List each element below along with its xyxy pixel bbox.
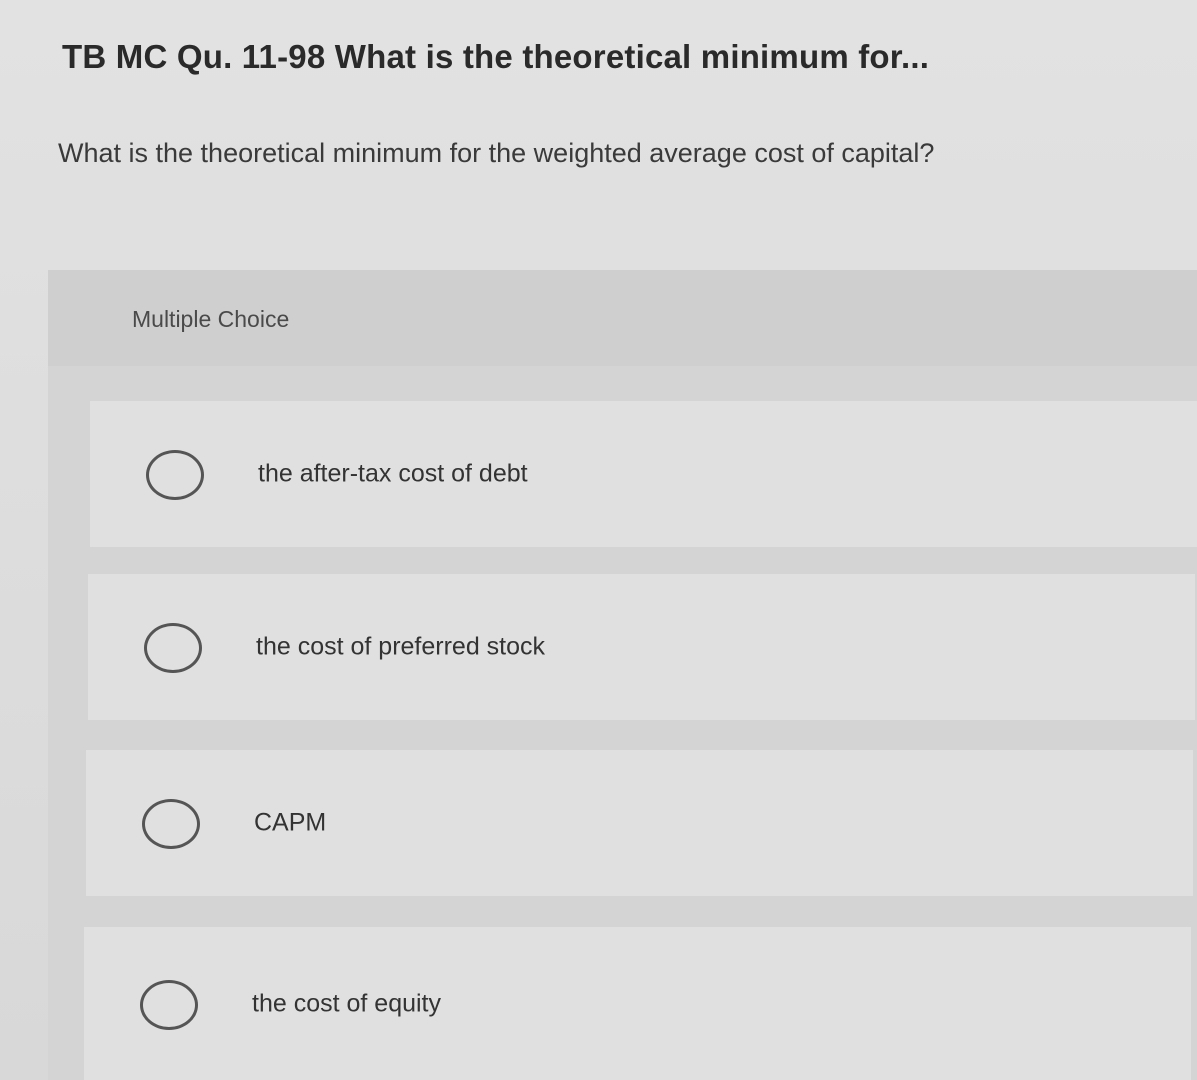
answer-options: the after-tax cost of debt the cost of p…: [48, 366, 1197, 1080]
radio-button-icon[interactable]: [146, 450, 204, 500]
answer-option[interactable]: the cost of preferred stock: [88, 574, 1195, 720]
question-title: TB MC Qu. 11-98 What is the theoretical …: [62, 38, 930, 75]
radio-button-icon[interactable]: [140, 979, 198, 1030]
page: TB MC Qu. 11-98 What is the theoretical …: [0, 0, 1197, 1080]
answer-option[interactable]: the cost of equity: [84, 927, 1191, 1080]
answer-option[interactable]: CAPM: [86, 750, 1193, 896]
radio-button-icon[interactable]: [142, 799, 200, 849]
answer-option-label: the after-tax cost of debt: [258, 459, 528, 488]
answer-option-label: CAPM: [254, 808, 327, 837]
answer-option-label: the cost of preferred stock: [256, 632, 546, 661]
radio-button-icon[interactable]: [144, 623, 202, 673]
answer-option-label: the cost of equity: [252, 989, 442, 1017]
multiple-choice-label: Multiple Choice: [132, 306, 290, 332]
multiple-choice-header: Multiple Choice: [48, 270, 1197, 366]
question-text: What is the theoretical minimum for the …: [58, 138, 935, 168]
answer-option[interactable]: the after-tax cost of debt: [90, 401, 1197, 547]
multiple-choice-panel: Multiple Choice the after-tax cost of de…: [48, 270, 1197, 1080]
